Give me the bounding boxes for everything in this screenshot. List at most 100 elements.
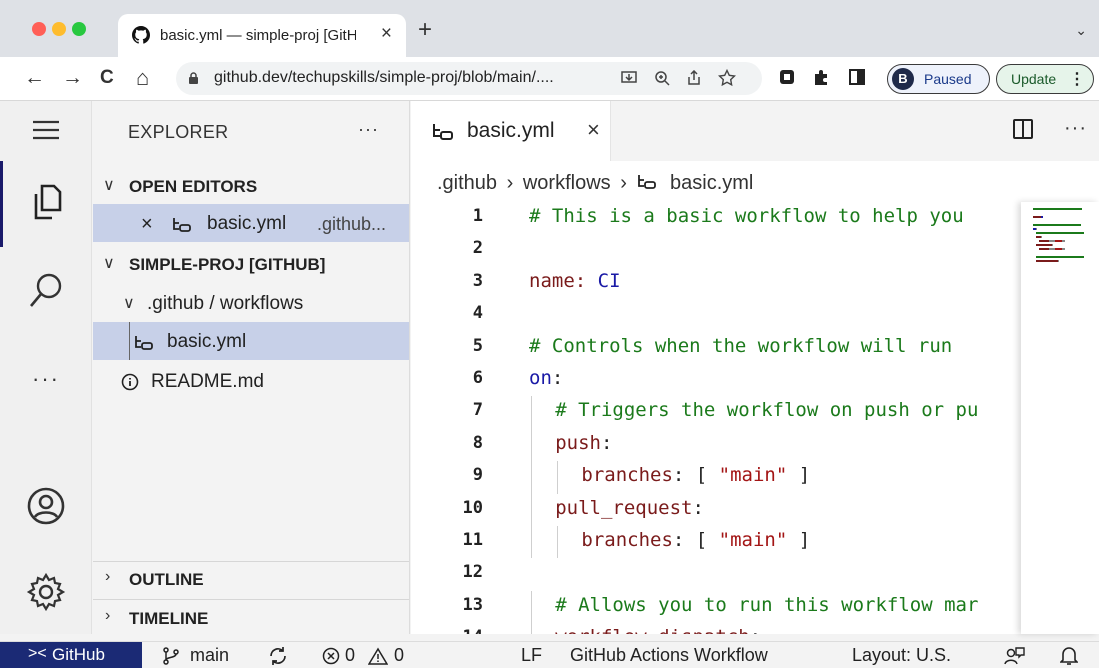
timeline-header[interactable]: › TIMELINE: [93, 598, 409, 636]
line-number: 4: [472, 303, 483, 324]
minimap-line: [1062, 240, 1065, 242]
indent-guide: [531, 623, 532, 634]
minimap-line: [1033, 208, 1083, 210]
outline-header[interactable]: › OUTLINE: [93, 559, 409, 597]
code-line: pull_request:: [555, 496, 704, 519]
browser-menu-icon[interactable]: ⋮: [1069, 69, 1085, 89]
yaml-file-icon: [638, 175, 657, 189]
home-icon[interactable]: ⌂: [136, 65, 149, 91]
bookmark-star-icon[interactable]: [718, 69, 736, 87]
remote-indicator[interactable]: >< GitHub: [0, 642, 142, 668]
close-editor-icon[interactable]: ×: [141, 213, 153, 236]
window-minimize-button[interactable]: [52, 22, 66, 36]
minimap-line: [1035, 228, 1037, 230]
line-number: 12: [462, 562, 483, 583]
minimap-line: [1040, 216, 1044, 218]
file-readme[interactable]: README.md: [93, 362, 409, 400]
browser-tab-strip: basic.yml — simple-proj [GitHu × + ⌄: [0, 0, 1099, 57]
explorer-more-icon[interactable]: ···: [358, 119, 379, 140]
breadcrumb-root[interactable]: .github: [437, 172, 497, 194]
browser-tab-close-icon[interactable]: ×: [381, 23, 392, 45]
warning-count[interactable]: 0: [394, 645, 404, 666]
error-count[interactable]: 0: [345, 645, 355, 666]
open-editor-path: .github...: [317, 214, 387, 234]
breadcrumb-separator: ›: [506, 172, 514, 194]
indent-guide: [129, 322, 130, 360]
install-app-icon[interactable]: [620, 70, 638, 86]
editor-more-icon[interactable]: ···: [1064, 117, 1087, 140]
code-line: # Controls when the workflow will run: [529, 334, 953, 357]
more-icon[interactable]: ···: [0, 366, 92, 391]
profile-status-label: Paused: [924, 71, 972, 87]
open-editor-filename: basic.yml: [207, 213, 287, 234]
sync-icon[interactable]: [268, 646, 288, 666]
side-panel-icon[interactable]: [848, 68, 866, 86]
extensions-puzzle-icon[interactable]: [812, 68, 830, 86]
forward-arrow-icon[interactable]: →: [62, 65, 83, 91]
folder-label: .github / workflows: [147, 293, 304, 314]
indent-guide: [557, 526, 559, 559]
back-arrow-icon[interactable]: ←: [24, 65, 45, 91]
minimap[interactable]: [1021, 202, 1099, 634]
split-editor-icon[interactable]: [1013, 119, 1033, 139]
minimap-line: [1036, 256, 1085, 258]
editor-tab-label: basic.yml: [467, 119, 555, 142]
minimap-line: [1054, 240, 1063, 242]
settings-gear-icon[interactable]: [0, 569, 92, 615]
line-number: 2: [472, 238, 483, 259]
folder-workflows[interactable]: ∨ .github / workflows: [93, 284, 409, 322]
file-label: basic.yml: [167, 331, 247, 352]
file-basic-yml[interactable]: basic.yml: [93, 322, 409, 360]
update-label: Update: [1011, 71, 1057, 87]
language-mode[interactable]: GitHub Actions Workflow: [570, 645, 768, 666]
line-number: 8: [472, 432, 483, 453]
menu-icon[interactable]: [0, 115, 92, 145]
window-close-button[interactable]: [32, 22, 46, 36]
chevron-right-icon: ›: [105, 607, 111, 624]
eol-indicator[interactable]: LF: [521, 645, 542, 666]
extension-puzzle-dark-icon[interactable]: [778, 68, 796, 86]
branch-label[interactable]: main: [190, 645, 229, 666]
open-editor-item[interactable]: × basic.yml .github...: [93, 204, 409, 242]
breadcrumb-separator: ›: [620, 172, 627, 194]
yaml-file-icon: [173, 218, 191, 232]
minimap-line: [1033, 216, 1041, 218]
new-tab-button[interactable]: +: [418, 18, 432, 42]
address-bar[interactable]: github.dev/techupskills/simple-proj/blob…: [176, 62, 762, 95]
explorer-icon[interactable]: [0, 179, 92, 225]
breadcrumb-file[interactable]: basic.yml: [670, 172, 753, 194]
editor-tabs-bar: basic.yml × ···: [411, 101, 1099, 161]
outline-label: OUTLINE: [129, 570, 204, 589]
open-editors-header[interactable]: ∨ OPEN EDITORS: [93, 166, 409, 204]
minimap-line: [1058, 260, 1060, 262]
accounts-icon[interactable]: [0, 483, 92, 529]
update-button[interactable]: Update ⋮: [996, 64, 1094, 94]
share-icon[interactable]: [686, 70, 702, 86]
code-line: # Allows you to run this workflow mar: [555, 593, 979, 616]
indent-guide: [557, 461, 559, 494]
window-maximize-button[interactable]: [72, 22, 86, 36]
explorer-sidebar: EXPLORER ··· ∨ OPEN EDITORS × basic.yml …: [93, 101, 410, 634]
search-icon[interactable]: [0, 269, 92, 315]
zoom-icon[interactable]: [654, 70, 672, 86]
tab-search-chevron-icon[interactable]: ⌄: [1075, 22, 1087, 39]
lock-icon: [189, 72, 198, 84]
browser-tab-active[interactable]: basic.yml — simple-proj [GitHu ×: [118, 14, 406, 57]
keyboard-layout[interactable]: Layout: U.S.: [852, 645, 951, 666]
breadcrumb-folder[interactable]: workflows: [523, 172, 611, 194]
error-icon: [322, 647, 340, 665]
feedback-icon[interactable]: [1004, 646, 1026, 666]
indent-guide: [531, 590, 532, 624]
info-icon: [121, 373, 139, 391]
editor-tab-close-icon[interactable]: ×: [587, 117, 600, 143]
profile-paused-button[interactable]: B Paused: [887, 64, 990, 94]
activity-bar: ···: [0, 101, 92, 634]
editor-tab-basic-yml[interactable]: basic.yml ×: [411, 101, 611, 161]
indent-guide: [531, 396, 532, 429]
notifications-bell-icon[interactable]: [1060, 646, 1078, 666]
project-header[interactable]: ∨ SIMPLE-PROJ [GITHUB]: [93, 244, 409, 282]
reload-icon[interactable]: C: [100, 65, 114, 91]
code-editor[interactable]: 1 # This is a basic workflow to help you 2…: [411, 202, 1031, 634]
chevron-down-icon: ∨: [103, 255, 115, 272]
chevron-right-icon: ›: [105, 568, 111, 585]
